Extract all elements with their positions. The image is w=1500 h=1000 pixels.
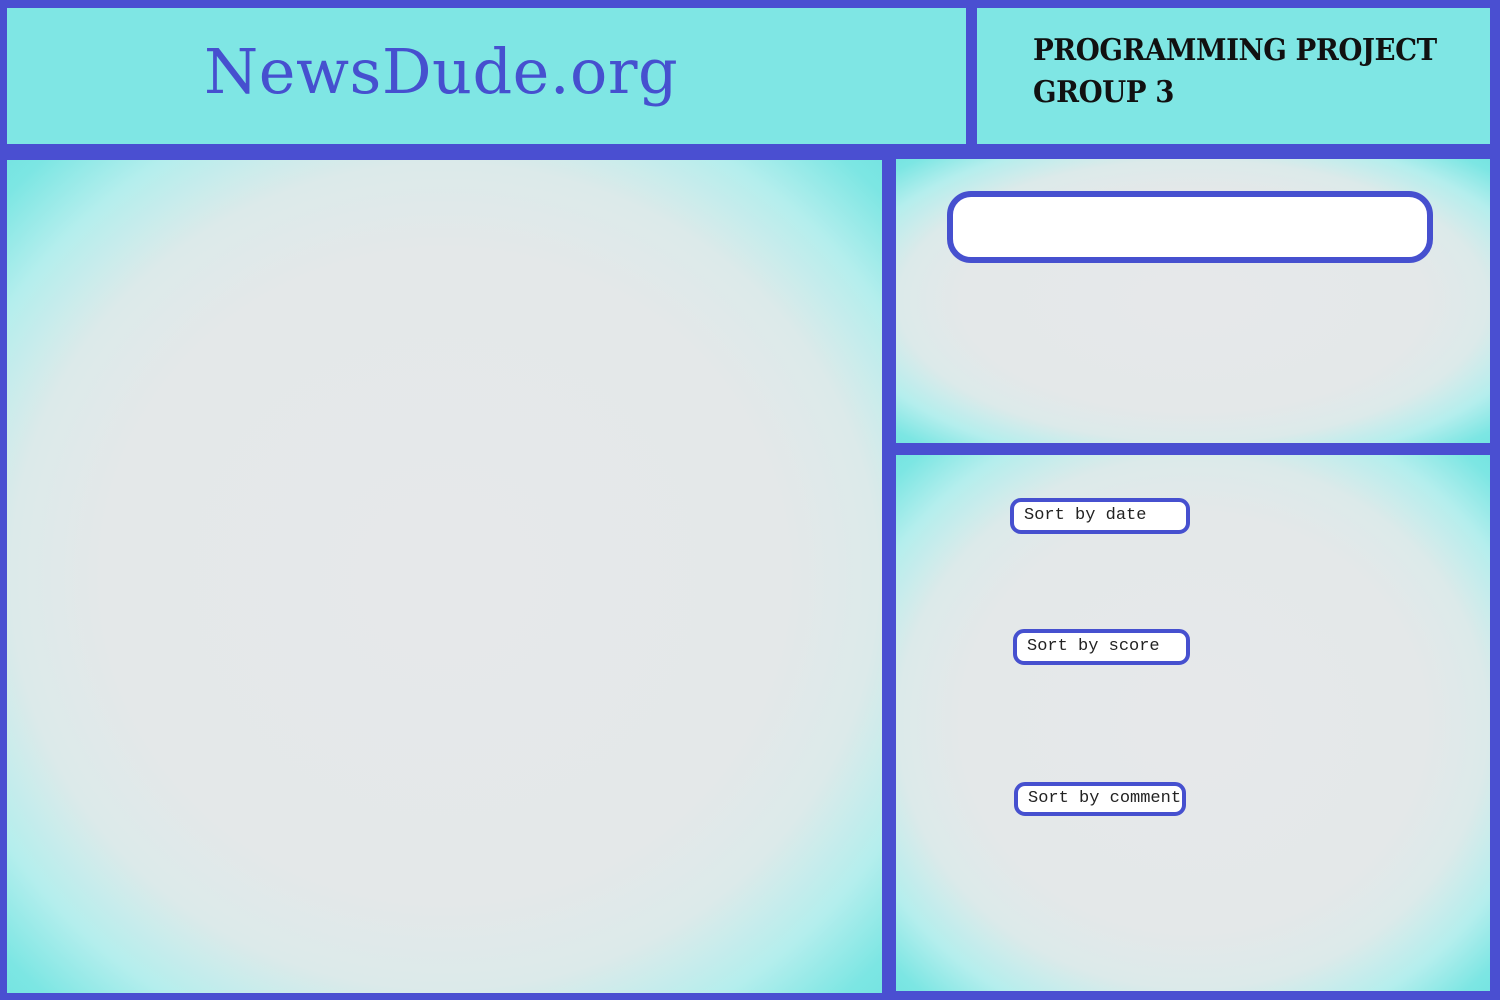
sort-by-score-button[interactable]: Sort by score bbox=[1013, 629, 1190, 665]
header-project-panel: PROGRAMMING PROJECT GROUP 3 bbox=[977, 8, 1490, 144]
header-title-panel: NewsDude.org bbox=[7, 8, 966, 144]
search-input[interactable] bbox=[947, 191, 1433, 263]
site-title[interactable]: NewsDude.org bbox=[204, 37, 678, 106]
sort-panel: Sort by date Sort by score Sort by comme… bbox=[896, 455, 1490, 991]
sort-by-comments-button[interactable]: Sort by comments bbox=[1014, 782, 1186, 816]
project-title: PROGRAMMING PROJECT GROUP 3 bbox=[1033, 30, 1437, 114]
search-panel bbox=[896, 159, 1490, 443]
news-feed-panel bbox=[7, 160, 882, 993]
project-title-line-1: PROGRAMMING PROJECT bbox=[1033, 33, 1437, 68]
sort-by-date-button[interactable]: Sort by date bbox=[1010, 498, 1190, 534]
project-title-line-2: GROUP 3 bbox=[1033, 75, 1174, 110]
